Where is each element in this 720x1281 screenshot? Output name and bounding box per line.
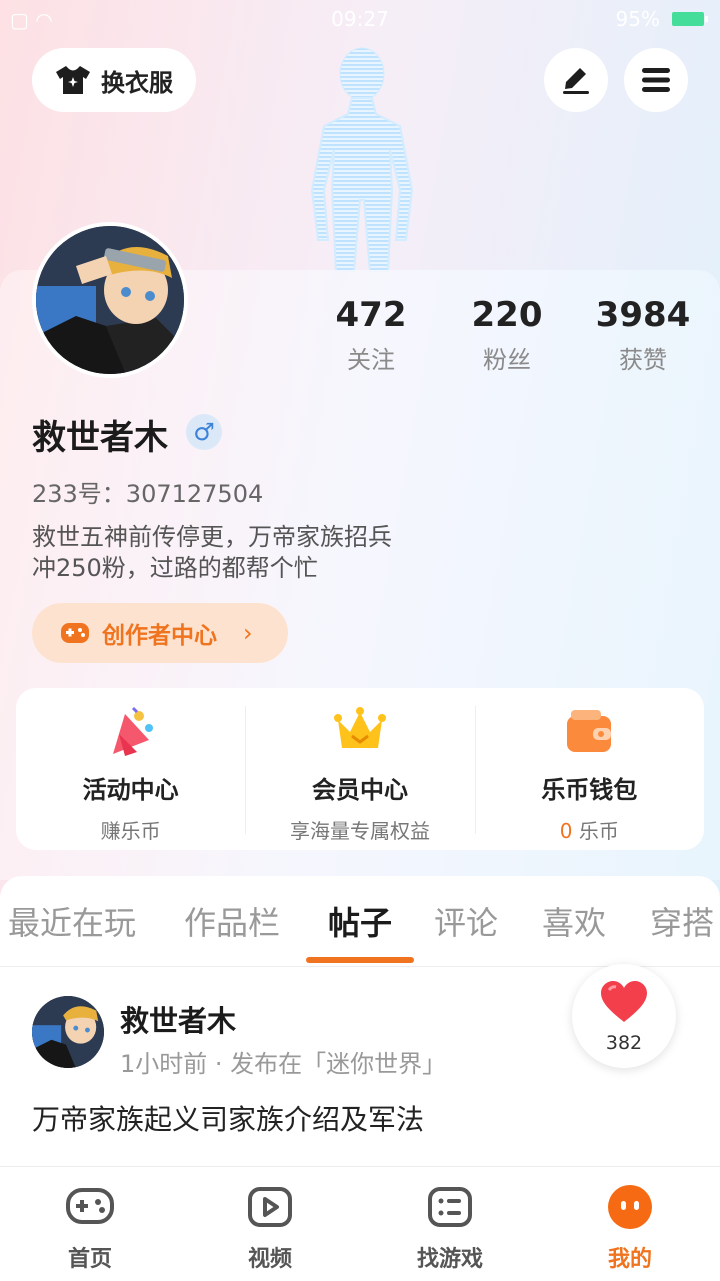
like-count: 382 xyxy=(605,1032,643,1054)
nav-find-games-label: 找游戏 xyxy=(416,1247,483,1272)
battery-icon xyxy=(672,12,708,26)
battery-percent: 95% xyxy=(615,7,660,31)
stat-fans-label: 粉丝 xyxy=(483,346,531,374)
vip-center-title: 会员中心 xyxy=(311,776,408,804)
nav-me[interactable]: 我的 xyxy=(540,1167,720,1281)
tab-outfits[interactable]: 穿搭 xyxy=(650,898,714,944)
nav-me-label: 我的 xyxy=(607,1247,652,1272)
nav-home[interactable]: 首页 xyxy=(0,1167,180,1281)
party-popper-icon xyxy=(112,706,153,756)
stat-following-count: 472 xyxy=(335,295,407,335)
chevron-right-icon: › xyxy=(243,619,253,647)
male-gender-icon: ♂ xyxy=(186,414,222,450)
stat-fans-count: 220 xyxy=(471,295,543,335)
profile-id: 233号：307127504 xyxy=(32,480,264,508)
activity-center-entry[interactable]: 活动中心 赚乐币 xyxy=(16,688,245,850)
wallet-entry[interactable]: 乐币钱包 0 乐币 xyxy=(474,688,704,850)
tab-recently-played[interactable]: 最近在玩 xyxy=(8,898,136,944)
nav-home-label: 首页 xyxy=(67,1247,112,1272)
wallet-icon xyxy=(567,710,612,752)
nav-video-label: 视频 xyxy=(247,1247,292,1272)
user-avatar[interactable] xyxy=(32,222,188,378)
activity-center-sub: 赚乐币 xyxy=(100,819,161,843)
avatar-3d-model[interactable] xyxy=(292,40,432,272)
crown-icon xyxy=(333,707,386,748)
edit-profile-button[interactable] xyxy=(544,48,608,112)
stat-following[interactable]: 472 关注 xyxy=(311,294,431,375)
change-outfit-label: 换衣服 xyxy=(101,68,173,97)
status-bar: ▢ ◠ 09:27 95% xyxy=(0,0,720,40)
menu-button[interactable] xyxy=(624,48,688,112)
tab-favorites[interactable]: 喜欢 xyxy=(542,898,606,944)
stat-likes-label: 获赞 xyxy=(619,346,667,374)
profile-tabs: 最近在玩 作品栏 帖子 评论 喜欢 穿搭 xyxy=(0,876,720,967)
heart-icon xyxy=(601,981,647,1022)
stat-likes-count: 3984 xyxy=(595,295,691,335)
bottom-nav: 首页 视频 找游戏 我的 xyxy=(0,1166,720,1281)
profile-bio: 救世五神前传停更，万帝家族招兵 冲250粉，过路的都帮个忙 xyxy=(32,522,392,584)
profile-name: 救世者木 xyxy=(32,418,168,458)
wallet-unit: 乐币 xyxy=(578,819,619,843)
list-icon xyxy=(428,1187,472,1227)
wallet-balance: 0 xyxy=(559,819,573,843)
creator-center-label: 创作者中心 xyxy=(102,623,217,649)
stat-likes[interactable]: 3984 获赞 xyxy=(583,294,703,375)
bio-line-1: 救世五神前传停更，万帝家族招兵 xyxy=(32,523,392,551)
tab-comments[interactable]: 评论 xyxy=(434,898,498,944)
post-author-name[interactable]: 救世者木 xyxy=(120,998,236,1040)
active-tab-indicator xyxy=(306,957,414,963)
post-title[interactable]: 万帝家族起义司家族介绍及军法 xyxy=(32,1098,424,1138)
bio-line-2: 冲250粉，过路的都帮个忙 xyxy=(32,554,318,582)
creator-center-button[interactable]: 创作者中心 › xyxy=(32,603,288,663)
tshirt-icon xyxy=(56,66,90,94)
nav-find-games[interactable]: 找游戏 xyxy=(360,1167,540,1281)
gamepad-icon xyxy=(61,623,89,643)
tab-works[interactable]: 作品栏 xyxy=(184,898,280,944)
post-meta: 1小时前 · 发布在「迷你世界」 xyxy=(120,1050,447,1078)
gamepad-icon xyxy=(66,1188,114,1224)
stat-following-label: 关注 xyxy=(347,346,395,374)
post-avatar-image xyxy=(32,996,104,1068)
video-play-icon xyxy=(248,1187,292,1227)
vip-center-sub: 享海量专属权益 xyxy=(289,819,430,843)
stat-fans[interactable]: 220 粉丝 xyxy=(447,294,567,375)
activity-center-title: 活动中心 xyxy=(82,776,179,804)
like-bubble[interactable]: 382 xyxy=(572,964,676,1068)
vip-center-entry[interactable]: 会员中心 享海量专属权益 xyxy=(245,688,474,850)
post-author-avatar[interactable] xyxy=(32,996,104,1068)
change-outfit-button[interactable]: 换衣服 xyxy=(32,48,196,112)
avatar-image xyxy=(36,226,184,374)
services-panel: 活动中心 赚乐币 会员中心 享海量专属权益 乐币钱包 0 乐币 xyxy=(16,688,704,850)
pencil-icon xyxy=(563,68,589,94)
status-time: 09:27 xyxy=(331,7,389,31)
tab-posts[interactable]: 帖子 xyxy=(328,898,392,944)
menu-icon xyxy=(642,68,670,92)
nav-video[interactable]: 视频 xyxy=(180,1167,360,1281)
profile-face-icon xyxy=(608,1185,652,1229)
wallet-title: 乐币钱包 xyxy=(541,776,638,804)
